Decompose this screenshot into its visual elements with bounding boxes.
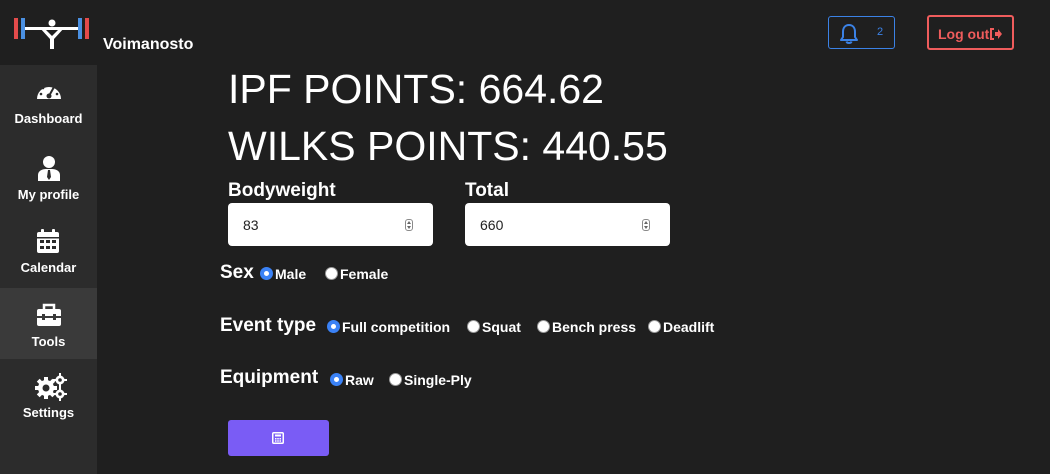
sidebar-item-label: Settings	[22, 405, 75, 420]
calendar-icon	[37, 229, 59, 253]
bell-icon	[840, 24, 858, 44]
bench-press-label: Bench press	[552, 319, 637, 335]
sidebar-item-settings[interactable]: Settings	[0, 359, 97, 430]
event-type-label: Event type	[220, 315, 317, 336]
gears-icon	[35, 373, 67, 401]
logout-button[interactable]: Log out	[927, 15, 1014, 50]
total-label: Total	[465, 180, 509, 201]
logout-label: Log out	[938, 26, 990, 42]
user-tie-icon	[38, 156, 60, 181]
sidebar: Dashboard My profile Calendar Tools Sett…	[0, 65, 97, 474]
sign-out-icon	[990, 28, 1002, 40]
full-competition-label: Full competition	[342, 319, 451, 335]
sidebar-item-tools[interactable]: Tools	[0, 288, 97, 359]
gauge-icon	[37, 83, 61, 99]
female-label: Female	[340, 266, 389, 282]
male-label: Male	[275, 266, 307, 282]
total-input[interactable]: 660	[465, 203, 670, 246]
single-ply-radio[interactable]	[389, 373, 402, 386]
total-stepper[interactable]	[642, 219, 650, 231]
notifications-button[interactable]: 2	[828, 16, 895, 49]
sidebar-item-label: My profile	[17, 187, 80, 202]
squat-label: Squat	[482, 319, 521, 335]
squat-radio[interactable]	[467, 320, 480, 333]
bench-press-radio[interactable]	[537, 320, 550, 333]
raw-radio[interactable]	[330, 373, 343, 386]
brand-name: Voimanosto	[103, 36, 194, 53]
full-competition-radio[interactable]	[327, 320, 340, 333]
bodyweight-label: Bodyweight	[228, 180, 336, 201]
sidebar-item-label: Tools	[31, 334, 66, 349]
deadlift-label: Deadlift	[663, 319, 715, 335]
female-radio[interactable]	[325, 267, 338, 280]
sidebar-item-my-profile[interactable]: My profile	[0, 141, 97, 212]
male-radio[interactable]	[260, 267, 273, 280]
sex-label: Sex	[220, 262, 254, 283]
bodyweight-stepper[interactable]	[405, 219, 413, 231]
calculator-icon	[272, 432, 284, 444]
sidebar-item-dashboard[interactable]: Dashboard	[0, 65, 97, 136]
barbell-logo-icon[interactable]	[12, 15, 94, 51]
ipf-points-heading: IPF POINTS: 664.62	[228, 66, 604, 112]
deadlift-radio[interactable]	[648, 320, 661, 333]
bodyweight-value: 83	[243, 217, 259, 233]
bodyweight-input[interactable]: 83	[228, 203, 433, 246]
total-value: 660	[480, 217, 504, 233]
wilks-points-heading: WILKS POINTS: 440.55	[228, 123, 668, 169]
calculate-button[interactable]	[228, 420, 329, 456]
sidebar-item-calendar[interactable]: Calendar	[0, 214, 97, 285]
equipment-label: Equipment	[220, 367, 319, 388]
toolbox-icon	[37, 303, 61, 326]
raw-label: Raw	[345, 372, 374, 388]
notification-count-badge: 2	[877, 26, 884, 38]
top-bar: Voimanosto 2 Log out	[0, 0, 1050, 65]
sidebar-item-label: Calendar	[20, 260, 77, 275]
single-ply-label: Single-Ply	[404, 372, 472, 388]
sidebar-item-label: Dashboard	[14, 111, 83, 126]
